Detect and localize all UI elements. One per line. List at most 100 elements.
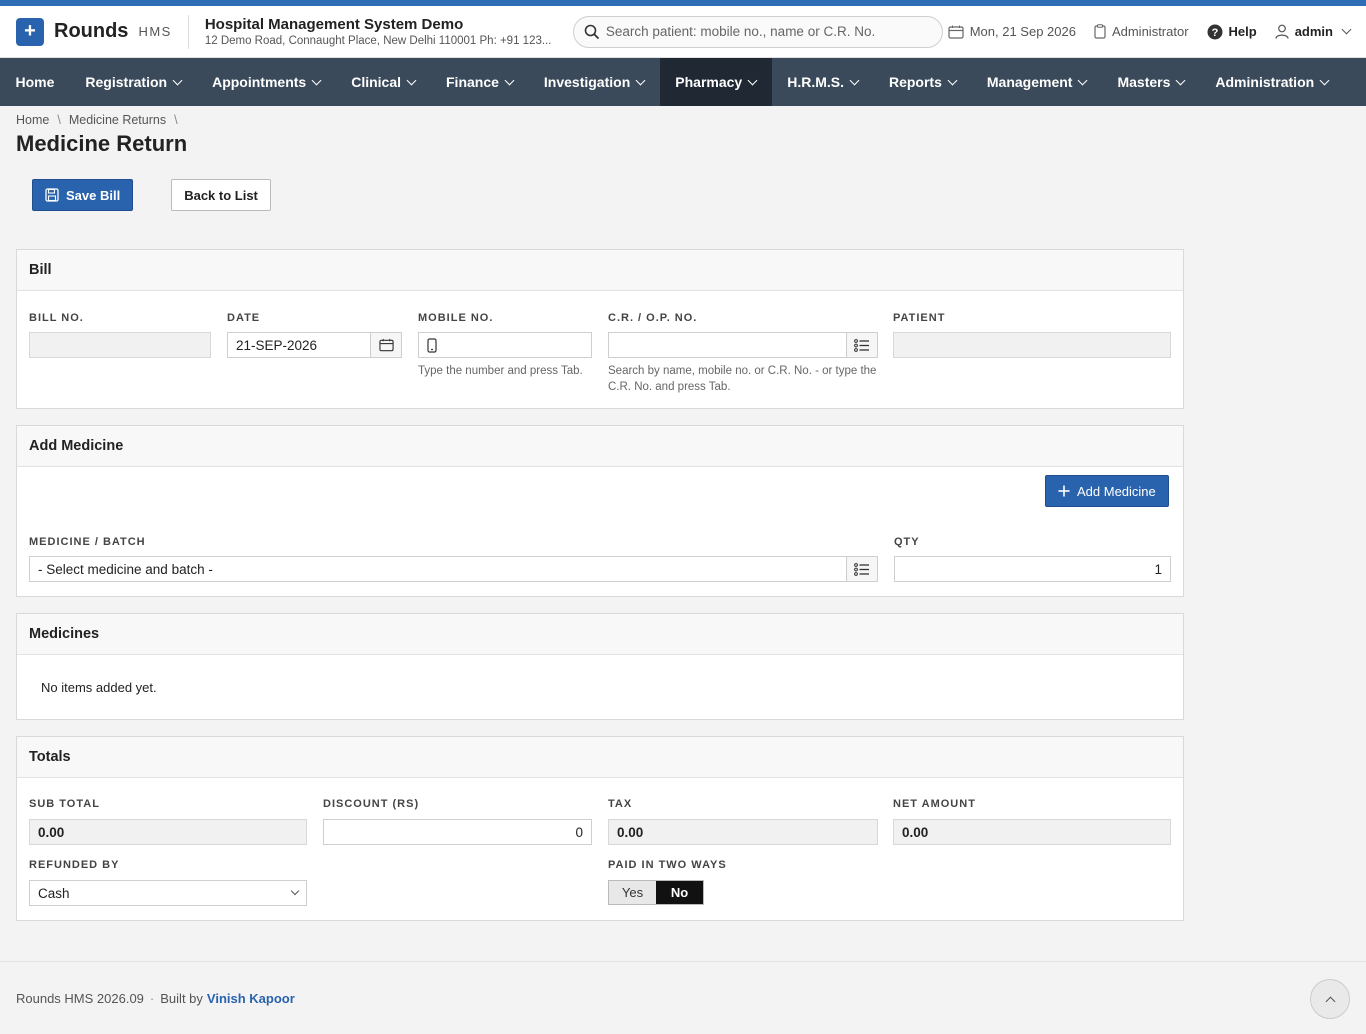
page-title: Medicine Return [16,131,188,156]
tax-field: 0.00 [608,819,878,845]
chevron-down-icon [1319,75,1330,85]
medicine-batch-label: MEDICINE / BATCH [29,536,146,548]
subtotal-field: 0.00 [29,819,307,845]
medicine-list-button[interactable] [846,556,878,582]
add-medicine-heading: Add Medicine [17,426,1183,467]
medicine-batch-select[interactable]: - Select medicine and batch - [29,556,847,582]
search-input[interactable] [605,24,926,39]
refunded-by-select[interactable]: Cash [29,880,307,906]
nav-finance[interactable]: Finance [431,58,529,106]
nav-reports[interactable]: Reports [873,58,971,106]
bill-no-field [29,332,211,358]
clipboard-icon [1094,24,1106,39]
hospital-info: Hospital Management System Demo 12 Demo … [205,16,565,47]
nav-label: Home [15,74,55,90]
logo-plus-icon[interactable]: + [16,17,44,46]
breadcrumb-separator: \ [174,113,178,127]
back-to-list-label: Back to List [184,187,258,203]
qty-field[interactable]: 1 [894,556,1171,582]
nav-label: Pharmacy [675,74,743,90]
totals-heading: Totals [17,737,1183,778]
chevron-down-icon [406,75,417,85]
net-amount-label: NET AMOUNT [893,798,976,810]
toolbar: Save Bill Back to List [0,157,1366,211]
save-bill-label: Save Bill [66,187,121,203]
breadcrumb-section[interactable]: Medicine Returns [69,113,166,127]
qty-label: QTY [894,536,920,548]
user-menu[interactable]: admin [1275,24,1352,39]
add-medicine-button[interactable]: Add Medicine [1045,475,1169,507]
list-icon [854,338,869,352]
header-divider [187,14,189,49]
footer: Rounds HMS 2026.09 · Built by Vinish Kap… [0,961,1366,1034]
scroll-to-top-button[interactable] [1310,979,1350,1019]
date-label: DATE [227,312,261,324]
back-to-list-button[interactable]: Back to List [171,179,271,211]
bill-panel: Bill BILL NO. DATE 21-SEP-2026 MOBILE NO… [16,249,1184,409]
cr-list-button[interactable] [846,332,878,358]
nav-registration[interactable]: Registration [70,58,197,106]
paid-two-ways-yes[interactable]: Yes [609,881,656,904]
main-nav: Home Registration Appointments Clinical … [0,58,1366,106]
bill-panel-heading: Bill [17,250,1183,291]
paid-two-ways-label: PAID IN TWO WAYS [608,859,727,871]
medicines-panel: Medicines No items added yet. [16,613,1184,720]
nav-label: Investigation [543,74,631,90]
discount-label: DISCOUNT (RS) [323,798,420,810]
brand-name[interactable]: Rounds [54,20,128,43]
nav-label: Finance [446,74,499,90]
mobile-help: Type the number and press Tab. [418,365,583,377]
add-medicine-label: Add Medicine [1077,483,1156,499]
chevron-up-icon [1325,996,1335,1006]
totals-panel: Totals SUB TOTAL 0.00 DISCOUNT (RS) 0 TA… [16,736,1184,921]
chevron-down-icon [311,75,322,85]
cr-field[interactable] [608,332,847,358]
save-icon [45,188,59,202]
add-medicine-panel: Add Medicine Add Medicine MEDICINE / BAT… [16,425,1184,597]
nav-appointments[interactable]: Appointments [197,58,336,106]
date-picker-button[interactable] [370,332,402,358]
discount-field[interactable]: 0 [323,819,592,845]
subtotal-label: SUB TOTAL [29,798,100,810]
nav-investigation[interactable]: Investigation [528,58,659,106]
nav-administration[interactable]: Administration [1200,58,1344,106]
patient-search[interactable] [572,15,943,48]
nav-clinical[interactable]: Clinical [336,58,431,106]
nav-label: Appointments [212,74,307,90]
nav-masters[interactable]: Masters [1102,58,1200,106]
nav-label: Clinical [351,74,401,90]
breadcrumb-separator: \ [57,113,61,127]
save-bill-button[interactable]: Save Bill [32,179,134,211]
bill-no-label: BILL NO. [29,312,84,324]
footer-author-link[interactable]: Vinish Kapoor [207,991,295,1006]
refunded-by-label: REFUNDED BY [29,859,120,871]
nav-pharmacy[interactable]: Pharmacy [659,58,772,106]
nav-label: Administration [1215,74,1315,90]
nav-hrms[interactable]: H.R.M.S. [772,58,874,106]
calendar-icon [948,25,964,39]
mobile-label: MOBILE NO. [418,312,494,324]
paid-two-ways-toggle: Yes No [608,880,704,905]
tax-label: TAX [608,798,633,810]
nav-management[interactable]: Management [971,58,1102,106]
plus-icon [1058,485,1070,497]
chevron-down-icon [1341,24,1352,35]
header-role[interactable]: Administrator [1094,24,1189,39]
brand-sub: HMS [138,24,172,39]
breadcrumb: Home \ Medicine Returns \ [0,106,1366,127]
nav-label: Management [986,74,1073,90]
header-date: Mon, 21 Sep 2026 [948,24,1076,39]
cr-help: Search by name, mobile no. or C.R. No. -… [608,365,877,393]
mobile-field[interactable] [418,332,592,358]
nav-home[interactable]: Home [0,58,70,106]
footer-built-by: Built by [160,990,203,1006]
help-link[interactable]: ? Help [1207,24,1257,40]
search-icon [584,24,599,39]
patient-label: PATIENT [893,312,946,324]
breadcrumb-home[interactable]: Home [16,113,49,127]
user-name: admin [1294,24,1333,39]
date-field[interactable]: 21-SEP-2026 [227,332,371,358]
chevron-down-icon [849,75,860,85]
paid-two-ways-no[interactable]: No [656,881,703,904]
user-icon [1275,24,1289,39]
